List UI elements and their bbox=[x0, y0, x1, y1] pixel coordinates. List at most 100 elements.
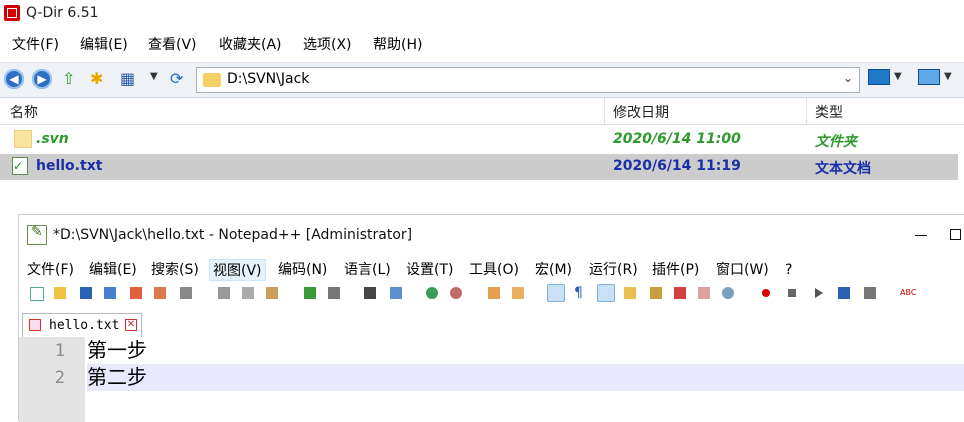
sync-horizontal-icon[interactable] bbox=[509, 284, 527, 302]
npp-menu-run[interactable]: 运行(R) bbox=[589, 259, 638, 281]
menu-file[interactable]: 文件(F) bbox=[12, 33, 59, 57]
stop-macro-icon[interactable] bbox=[783, 284, 801, 302]
column-name[interactable]: 名称 bbox=[10, 102, 38, 122]
editor-line-current[interactable]: 第二步 bbox=[87, 364, 964, 391]
save-icon[interactable] bbox=[77, 284, 95, 302]
indent-guide-icon[interactable] bbox=[597, 284, 615, 302]
record-macro-icon[interactable] bbox=[757, 284, 775, 302]
paste-icon[interactable] bbox=[263, 284, 281, 302]
zoom-in-icon[interactable] bbox=[423, 284, 441, 302]
file-list-header: 名称 修改日期 类型 bbox=[0, 98, 964, 125]
line-number-gutter: 1 2 bbox=[19, 337, 85, 422]
file-date: 2020/6/14 11:19 bbox=[613, 158, 741, 174]
file-type: 文本文档 bbox=[815, 161, 871, 177]
menu-edit[interactable]: 编辑(E) bbox=[80, 33, 128, 57]
save-macro-icon[interactable] bbox=[861, 284, 879, 302]
maximize-icon[interactable] bbox=[950, 229, 961, 240]
column-date[interactable]: 修改日期 bbox=[613, 102, 669, 122]
word-wrap-icon[interactable] bbox=[547, 284, 565, 302]
minimize-icon[interactable] bbox=[915, 235, 927, 236]
address-text: D:\SVN\Jack bbox=[227, 71, 310, 87]
copy-icon[interactable] bbox=[239, 284, 257, 302]
npp-menu-plugins[interactable]: 插件(P) bbox=[652, 259, 699, 281]
save-all-icon[interactable] bbox=[101, 284, 119, 302]
address-bar[interactable]: D:\SVN\Jack ⌄ bbox=[196, 67, 860, 93]
close-icon[interactable]: ✕ bbox=[125, 319, 137, 331]
npp-menu-language[interactable]: 语言(L) bbox=[344, 259, 391, 281]
npp-menu-settings[interactable]: 设置(T) bbox=[406, 259, 453, 281]
file-name: hello.txt bbox=[36, 158, 103, 174]
print-icon[interactable] bbox=[177, 284, 195, 302]
back-icon[interactable]: ◀ bbox=[4, 69, 24, 89]
qdir-titlebar: Q-Dir 6.51 bbox=[0, 0, 964, 30]
npp-menu-help[interactable]: ? bbox=[785, 259, 792, 281]
qdir-app-icon bbox=[4, 5, 20, 21]
monitor-icon[interactable] bbox=[868, 69, 890, 85]
text-file-icon bbox=[12, 157, 28, 175]
play-macro-icon[interactable] bbox=[809, 284, 827, 302]
undo-icon[interactable] bbox=[301, 284, 319, 302]
qdir-toolbar: ◀ ▶ ⇧ ✱ ▦ ▼ ⟳ D:\SVN\Jack ⌄ ▼ ▼ bbox=[0, 62, 964, 98]
chevron-down-icon[interactable]: ▼ bbox=[150, 71, 158, 82]
file-date: 2020/6/14 11:00 bbox=[613, 131, 741, 147]
forward-icon[interactable]: ▶ bbox=[32, 69, 52, 89]
show-all-chars-icon[interactable]: ¶ bbox=[571, 284, 589, 302]
close-all-icon[interactable] bbox=[151, 284, 169, 302]
monitoring-icon[interactable] bbox=[719, 284, 737, 302]
notepad-toolbar: ¶ ABC bbox=[19, 281, 964, 307]
menu-favorites[interactable]: 收藏夹(A) bbox=[219, 33, 282, 57]
folder-icon bbox=[203, 73, 221, 87]
npp-menu-tools[interactable]: 工具(O) bbox=[469, 259, 519, 281]
npp-menu-edit[interactable]: 编辑(E) bbox=[89, 259, 137, 281]
address-chevron-icon[interactable]: ⌄ bbox=[843, 71, 853, 85]
unsaved-disk-icon bbox=[29, 319, 41, 331]
folder-workspace-icon[interactable] bbox=[695, 284, 713, 302]
refresh-icon[interactable]: ⟳ bbox=[170, 69, 183, 89]
doc-map-icon[interactable] bbox=[647, 284, 665, 302]
tab-label: hello.txt bbox=[49, 318, 120, 333]
notepad-app-icon bbox=[27, 224, 47, 245]
user-language-icon[interactable] bbox=[621, 284, 639, 302]
new-folder-icon[interactable]: ✱ bbox=[90, 69, 103, 89]
menu-help[interactable]: 帮助(H) bbox=[373, 33, 422, 57]
editor-line[interactable]: 第一步 bbox=[87, 337, 964, 364]
npp-menu-window[interactable]: 窗口(W) bbox=[716, 259, 769, 281]
notepad-tabbar: hello.txt ✕ bbox=[19, 311, 964, 338]
npp-menu-file[interactable]: 文件(F) bbox=[27, 259, 74, 281]
find-icon[interactable] bbox=[361, 284, 379, 302]
menu-options[interactable]: 选项(X) bbox=[303, 33, 352, 57]
npp-menu-macro[interactable]: 宏(M) bbox=[535, 259, 572, 281]
menu-view[interactable]: 查看(V) bbox=[148, 33, 197, 57]
notepad-window-title: *D:\SVN\Jack\hello.txt - Notepad++ [Admi… bbox=[53, 227, 413, 243]
monitor-dropdown-icon-2[interactable]: ▼ bbox=[944, 71, 952, 82]
notepad-titlebar: *D:\SVN\Jack\hello.txt - Notepad++ [Admi… bbox=[19, 215, 964, 257]
file-row-svn[interactable]: .svn 2020/6/14 11:00 文件夹 bbox=[0, 127, 958, 153]
monitor-dropdown-icon[interactable]: ▼ bbox=[894, 71, 902, 82]
npp-menu-search[interactable]: 搜索(S) bbox=[151, 259, 199, 281]
function-list-icon[interactable] bbox=[671, 284, 689, 302]
spell-check-icon[interactable]: ABC bbox=[897, 284, 916, 302]
file-row-hello[interactable]: hello.txt 2020/6/14 11:19 文本文档 bbox=[0, 154, 958, 180]
file-name: .svn bbox=[36, 131, 69, 147]
cut-icon[interactable] bbox=[215, 284, 233, 302]
monitor-icon-2[interactable] bbox=[918, 69, 940, 85]
sync-vertical-icon[interactable] bbox=[485, 284, 503, 302]
npp-menu-view[interactable]: 视图(V) bbox=[209, 259, 266, 281]
line-number: 2 bbox=[54, 368, 65, 388]
redo-icon[interactable] bbox=[325, 284, 343, 302]
close-file-icon[interactable] bbox=[127, 284, 145, 302]
tab-hello-txt[interactable]: hello.txt ✕ bbox=[22, 313, 142, 337]
column-divider[interactable] bbox=[604, 98, 605, 124]
column-divider[interactable] bbox=[806, 98, 807, 124]
column-type[interactable]: 类型 bbox=[815, 102, 843, 122]
new-file-icon[interactable] bbox=[27, 284, 45, 302]
open-file-icon[interactable] bbox=[51, 284, 69, 302]
editor-area[interactable]: 1 2 第一步 第二步 bbox=[19, 337, 964, 422]
npp-menu-encoding[interactable]: 编码(N) bbox=[278, 259, 327, 281]
notepad-menubar: 文件(F) 编辑(E) 搜索(S) 视图(V) 编码(N) 语言(L) 设置(T… bbox=[19, 257, 964, 281]
zoom-out-icon[interactable] bbox=[447, 284, 465, 302]
run-multiple-macro-icon[interactable] bbox=[835, 284, 853, 302]
up-folder-icon[interactable]: ⇧ bbox=[62, 69, 75, 89]
view-grid-icon[interactable]: ▦ bbox=[120, 69, 135, 89]
replace-icon[interactable] bbox=[387, 284, 405, 302]
